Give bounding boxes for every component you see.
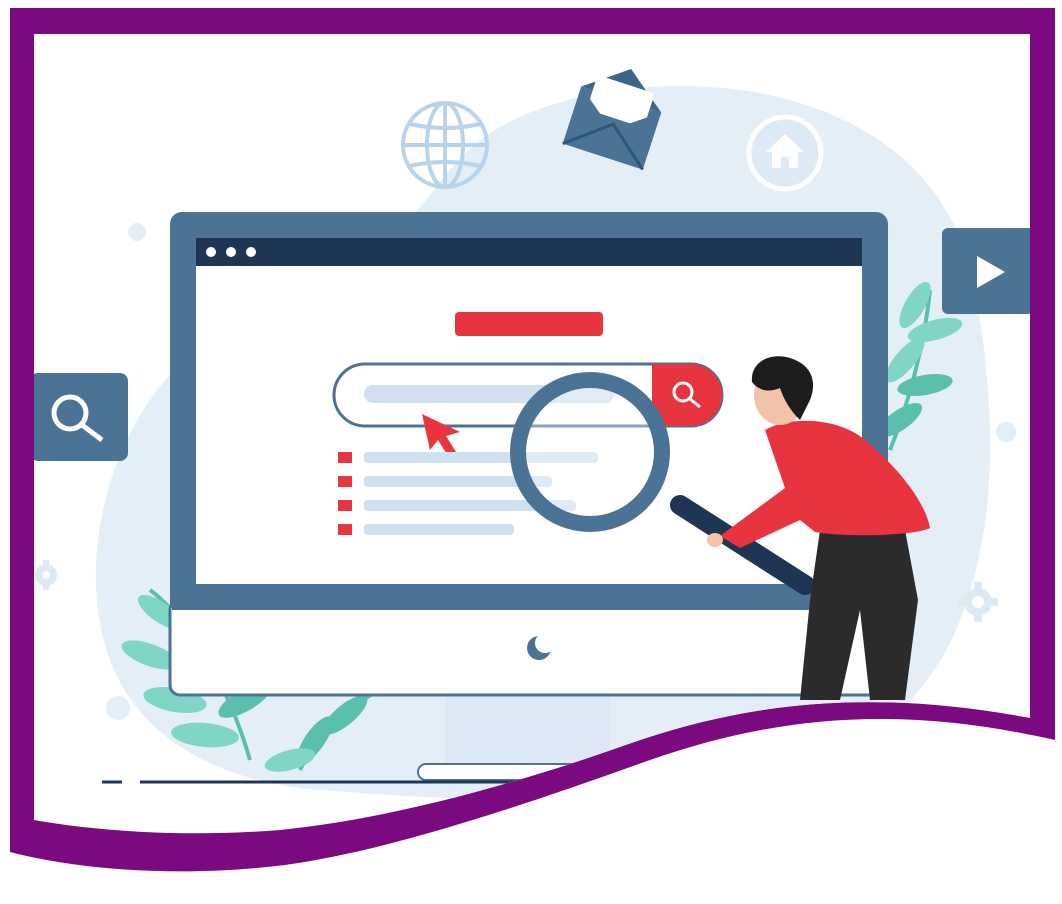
play-icon [942, 228, 1030, 314]
decor-dot [996, 422, 1016, 442]
window-dot [206, 247, 216, 257]
home-icon [746, 114, 824, 192]
search-tile [34, 373, 128, 461]
decor-dot [128, 223, 146, 241]
globe-icon [401, 101, 489, 189]
window-dot [246, 247, 256, 257]
header-bar [455, 312, 603, 336]
illustration-canvas [0, 0, 1062, 904]
monitor-neck [445, 690, 610, 770]
seo-search-illustration [10, 8, 1055, 872]
browser-titlebar [196, 238, 862, 266]
window-dot [226, 247, 236, 257]
decor-dot [106, 696, 130, 720]
